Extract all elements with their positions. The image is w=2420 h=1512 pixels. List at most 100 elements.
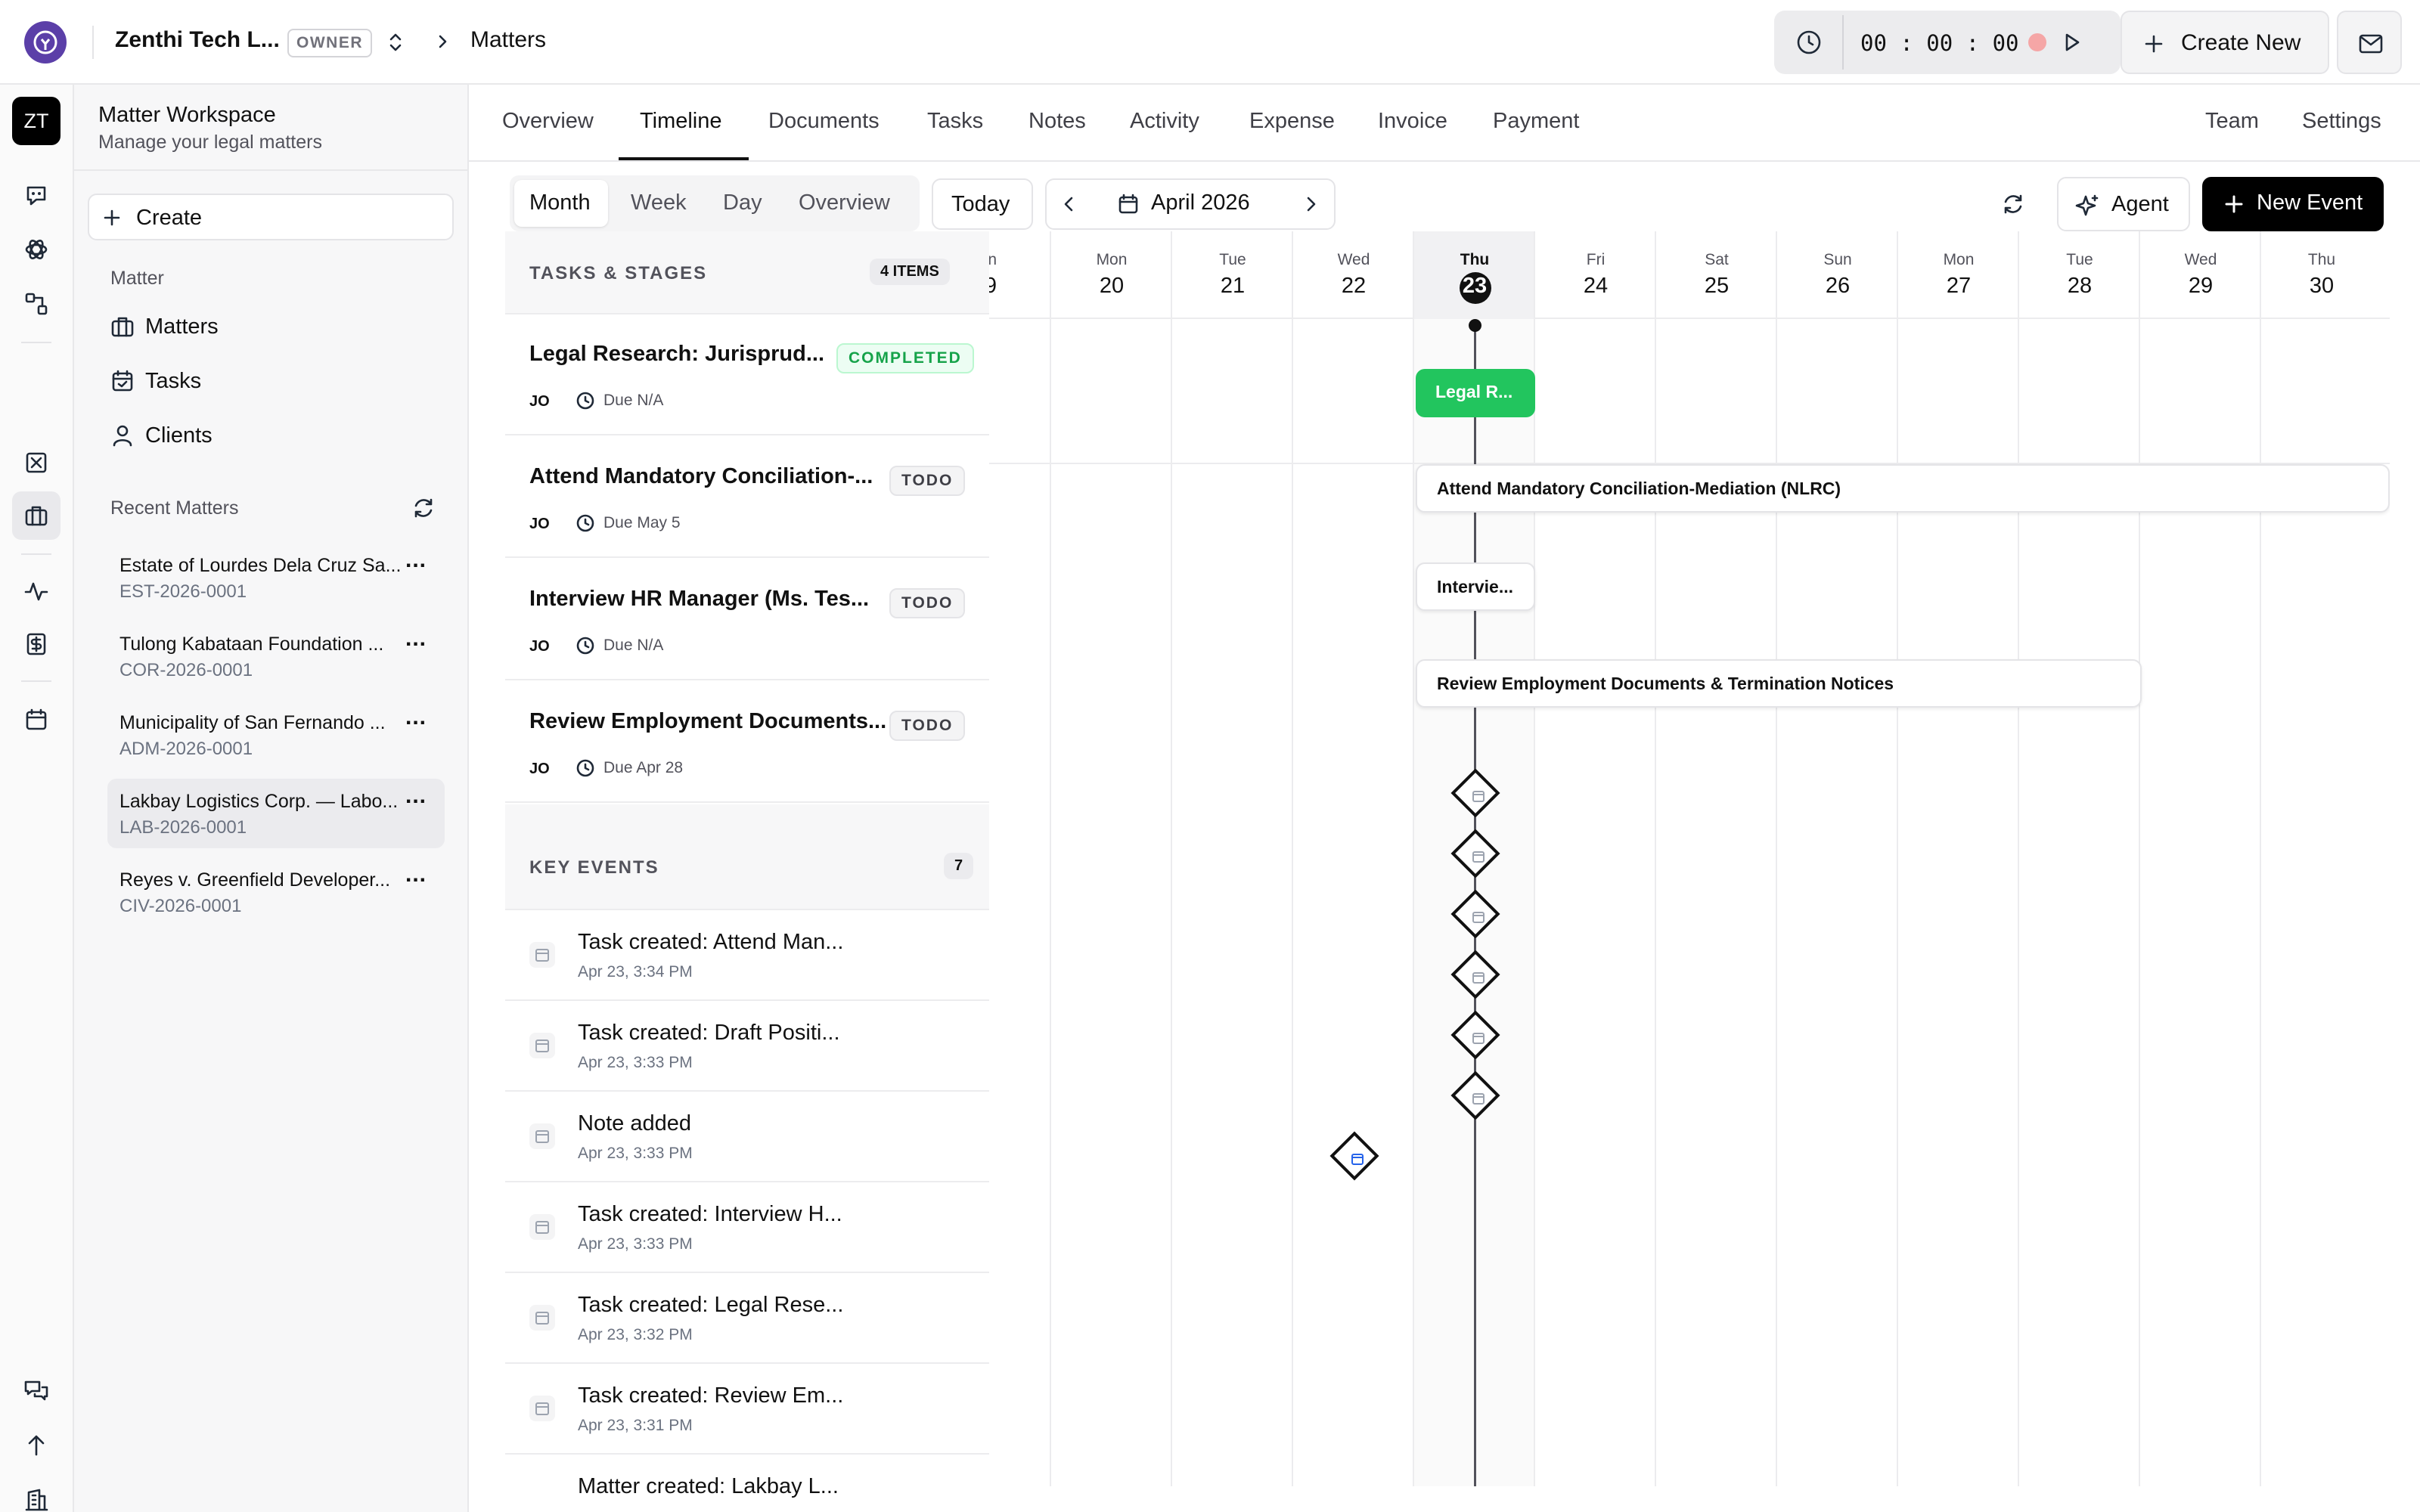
event-time: Apr 23, 3:33 PM (578, 1145, 693, 1162)
view-day[interactable]: Day (723, 191, 762, 215)
event-title: Task created: Legal Rese... (578, 1293, 844, 1317)
timeline-bar[interactable]: Review Employment Documents & Terminatio… (1416, 659, 2142, 708)
workflow-icon[interactable] (21, 289, 51, 319)
agent-button[interactable]: Agent (2057, 177, 2190, 231)
spreadsheet-icon[interactable] (21, 448, 51, 478)
more-options-icon[interactable]: ... (405, 705, 427, 730)
view-month[interactable]: Month (529, 191, 591, 215)
event-item[interactable]: Task created: Interview H... Apr 23, 3:3… (505, 1182, 989, 1273)
task-item[interactable]: Review Employment Documents... TODO JO D… (505, 682, 989, 803)
tab-settings[interactable]: Settings (2302, 109, 2381, 134)
refresh-icon[interactable] (2000, 191, 2027, 218)
recent-matter-code: EST-2026-0001 (119, 581, 247, 602)
arrow-up-icon[interactable] (21, 1430, 51, 1461)
task-due: Due May 5 (603, 514, 681, 531)
play-icon[interactable] (2059, 29, 2086, 56)
more-options-icon[interactable]: ... (405, 862, 427, 888)
event-time: Apr 23, 3:33 PM (578, 1054, 693, 1071)
assignee-initials: JO (529, 516, 550, 532)
today-button[interactable]: Today (932, 178, 1033, 230)
nav-item-clients[interactable]: Clients (107, 413, 445, 458)
more-options-icon[interactable]: ... (405, 783, 427, 809)
more-options-icon[interactable]: ... (405, 626, 427, 652)
recent-matter-title: Estate of Lourdes Dela Cruz Sa... (119, 555, 402, 576)
clock-icon (576, 637, 594, 655)
event-title: Task created: Interview H... (578, 1202, 842, 1226)
breadcrumb[interactable]: Matters (470, 27, 546, 53)
day-name: Mon (1943, 251, 1975, 268)
view-overview[interactable]: Overview (799, 191, 890, 215)
more-options-icon[interactable]: ... (405, 547, 427, 573)
tab-activity[interactable]: Activity (1130, 109, 1199, 134)
refresh-icon[interactable] (410, 494, 437, 522)
clock-icon[interactable] (1794, 27, 1824, 57)
atom-icon[interactable] (21, 234, 51, 265)
calendar-icon[interactable] (21, 705, 51, 735)
chevron-updown-icon[interactable] (383, 29, 408, 56)
new-event-button[interactable]: New Event (2202, 177, 2384, 231)
task-due: Due N/A (603, 392, 664, 409)
create-label: Create (136, 206, 203, 230)
event-time: Apr 23, 3:34 PM (578, 963, 693, 981)
task-title: Attend Mandatory Conciliation-... (529, 464, 873, 488)
calendar-icon (529, 942, 555, 968)
plus-icon (104, 209, 120, 226)
task-item[interactable]: Interview HR Manager (Ms. Tes... TODO JO… (505, 559, 989, 680)
event-item[interactable]: Task created: Draft Positi... Apr 23, 3:… (505, 1001, 989, 1092)
divider (74, 169, 467, 171)
chevron-right-icon[interactable] (1298, 191, 1325, 218)
chat-bubble-icon[interactable] (21, 180, 51, 210)
tab-documents[interactable]: Documents (768, 109, 880, 134)
event-item[interactable]: Task created: Review Em... Apr 23, 3:31 … (505, 1364, 989, 1455)
nav-item-tasks[interactable]: Tasks (107, 358, 445, 404)
timeline-calendar: un 9 Mon 20 Tue 21 Wed 22 Thu 23 Fri 24 … (989, 231, 2390, 1486)
tab-tasks[interactable]: Tasks (927, 109, 983, 134)
day-number: 25 (1704, 274, 1730, 298)
day-name: Wed (1337, 251, 1370, 268)
activity-icon[interactable] (21, 576, 51, 606)
event-item[interactable]: Note added Apr 23, 3:33 PM (505, 1092, 989, 1182)
task-title: Review Employment Documents... (529, 709, 887, 733)
recent-matter-item[interactable]: Tulong Kabataan Foundation ... COR-2026-… (107, 621, 445, 691)
tab-timeline[interactable]: Timeline (640, 109, 722, 134)
mail-button[interactable] (2337, 11, 2402, 74)
workspace-avatar[interactable]: ZT (12, 97, 60, 145)
chevron-left-icon[interactable] (1056, 191, 1083, 218)
timeline-bar[interactable]: Attend Mandatory Conciliation-Mediation … (1416, 464, 2390, 513)
event-item[interactable]: Matter created: Lakbay L... (505, 1455, 989, 1512)
create-new-button[interactable]: Create New (2121, 11, 2329, 74)
plus-icon (2225, 195, 2243, 213)
recent-matter-item[interactable]: Estate of Lourdes Dela Cruz Sa... EST-20… (107, 543, 445, 612)
tab-payment[interactable]: Payment (1493, 109, 1579, 134)
org-name[interactable]: Zenthi Tech L... (115, 27, 280, 53)
timeline-bar-green[interactable]: Legal R... (1416, 369, 1535, 417)
recent-matter-item-active[interactable]: Lakbay Logistics Corp. — Labo... LAB-202… (107, 779, 445, 848)
calendar-icon (529, 1396, 555, 1421)
day-column (1172, 231, 1293, 1486)
recent-matter-item[interactable]: Municipality of San Fernando ... ADM-202… (107, 700, 445, 770)
create-button[interactable]: Create (88, 194, 454, 240)
briefcase-icon (111, 317, 134, 337)
org-logo[interactable] (24, 21, 67, 64)
event-item[interactable]: Task created: Attend Man... Apr 23, 3:34… (505, 910, 989, 1001)
tab-notes[interactable]: Notes (1028, 109, 1086, 134)
timeline-bar[interactable]: Intervie... (1416, 562, 1535, 611)
recent-matter-item[interactable]: Reyes v. Greenfield Developer... CIV-202… (107, 857, 445, 927)
dollar-doc-icon[interactable] (21, 629, 51, 659)
month-label[interactable]: April 2026 (1151, 191, 1250, 215)
divider (1842, 15, 1844, 70)
event-item[interactable]: Task created: Legal Rese... Apr 23, 3:32… (505, 1273, 989, 1364)
tab-invoice[interactable]: Invoice (1378, 109, 1447, 134)
recent-matters-title: Recent Matters (110, 497, 239, 519)
tab-team[interactable]: Team (2205, 109, 2259, 134)
task-item[interactable]: Attend Mandatory Conciliation-... TODO J… (505, 437, 989, 558)
nav-item-label: Clients (145, 423, 213, 448)
building-icon[interactable] (21, 1485, 51, 1512)
task-item[interactable]: Legal Research: Jurisprud... COMPLETED J… (505, 314, 989, 435)
view-week[interactable]: Week (631, 191, 687, 215)
messages-icon[interactable] (21, 1376, 51, 1406)
nav-item-matters[interactable]: Matters (107, 304, 445, 349)
tab-expense[interactable]: Expense (1249, 109, 1335, 134)
tab-overview[interactable]: Overview (502, 109, 594, 134)
briefcase-icon[interactable] (21, 500, 51, 531)
